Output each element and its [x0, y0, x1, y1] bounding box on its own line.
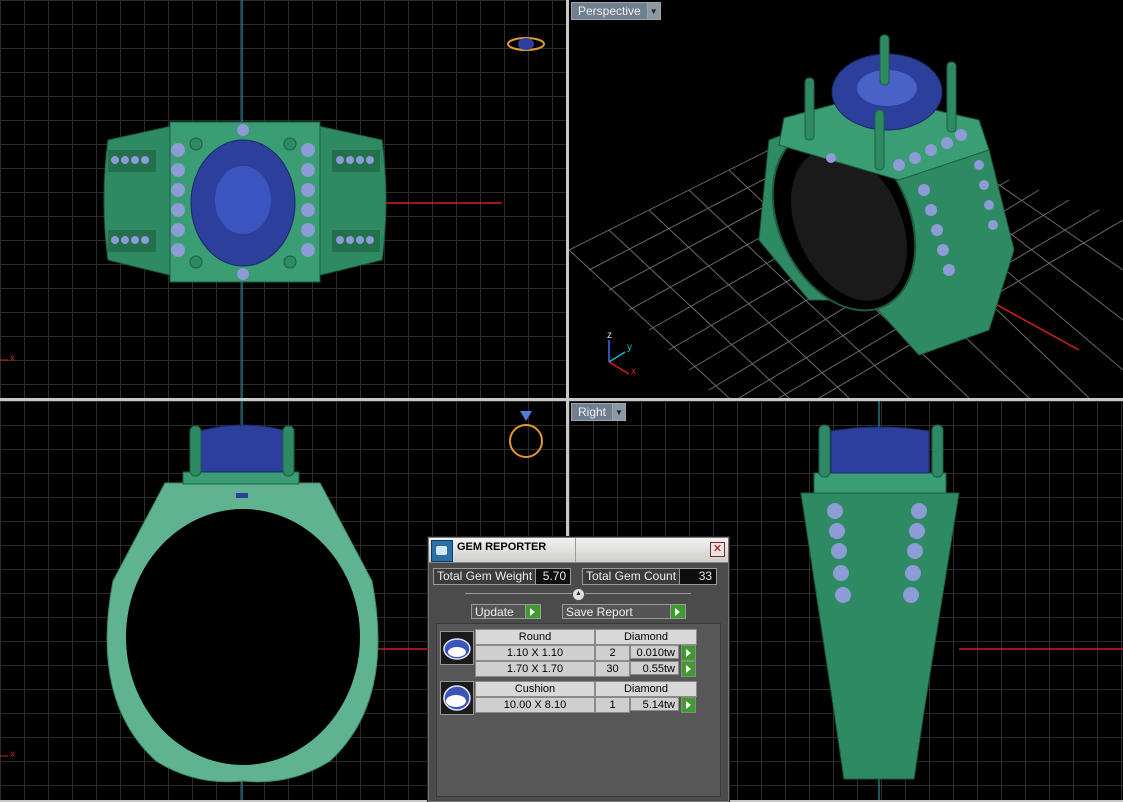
gem-reporter-titlebar[interactable]: GEM REPORTER ✕ — [429, 538, 728, 563]
total-gem-count: Total Gem Count 33 — [582, 568, 718, 585]
right-view-label: Right — [571, 403, 614, 421]
chevron-down-icon[interactable]: ▼ — [613, 403, 627, 421]
axis-x-label: x — [10, 749, 15, 760]
gem-size: 10.00 X 8.10 — [475, 697, 595, 713]
gem-size: 1.70 X 1.70 — [475, 661, 595, 677]
perspective-label: Perspective — [571, 2, 648, 20]
ring-gizmo-icon[interactable] — [509, 411, 543, 458]
gem-group-round: Round Diamond 1.10 X 1.10 2 0.010tw 1.70… — [440, 629, 697, 679]
row-arrow-icon[interactable] — [681, 645, 696, 661]
axis-triad — [608, 340, 630, 375]
axis-x-label: x — [10, 353, 15, 364]
save-report-button[interactable]: Save Report — [562, 604, 686, 619]
save-report-button-label: Save Report — [562, 604, 671, 619]
gem-group-cushion: Cushion Diamond 10.00 X 8.10 1 5.14tw — [440, 681, 697, 715]
total-gem-count-label: Total Gem Count — [582, 568, 681, 585]
right-view-selector[interactable]: Right ▼ — [571, 403, 627, 421]
gem-count: 1 — [595, 697, 630, 713]
ring-top-view — [103, 121, 387, 283]
update-button[interactable]: Update — [471, 604, 541, 619]
gem-weight: 5.14tw — [630, 697, 679, 711]
total-gem-weight-label: Total Gem Weight — [433, 568, 537, 585]
ring-perspective — [758, 34, 1015, 356]
gem-shape-header: Round — [475, 629, 595, 645]
cushion-gem-thumbnail[interactable] — [440, 681, 474, 715]
gem-weight: 0.55tw — [630, 661, 679, 675]
gem-weight: 0.010tw — [630, 645, 679, 659]
top-view-scene — [0, 0, 545, 398]
view-gizmo-icon[interactable] — [507, 37, 545, 51]
gem-reporter-logo-icon — [431, 540, 453, 562]
update-button-label: Update — [471, 604, 526, 619]
top-viewport[interactable]: x — [0, 0, 566, 398]
chevron-down-icon[interactable]: ▼ — [647, 2, 661, 20]
axis-x-label: x — [631, 366, 636, 377]
ring-front-view — [106, 424, 379, 783]
gem-count: 2 — [595, 645, 630, 661]
gem-shape-header: Cushion — [475, 681, 595, 697]
gem-material-header: Diamond — [595, 681, 697, 697]
total-gem-weight-value: 5.70 — [536, 568, 572, 585]
collapse-toggle-icon[interactable]: ▲ — [572, 588, 585, 601]
perspective-scene — [569, 34, 1123, 398]
axis-z-label: z — [607, 330, 612, 341]
ring-right-view — [800, 424, 960, 780]
play-arrow-icon[interactable] — [526, 604, 541, 619]
gem-size: 1.10 X 1.10 — [475, 645, 595, 661]
close-icon[interactable]: ✕ — [710, 542, 725, 557]
gem-count: 30 — [595, 661, 630, 677]
row-arrow-icon[interactable] — [681, 661, 696, 677]
perspective-view-selector[interactable]: Perspective ▼ — [571, 2, 661, 20]
gem-list: Round Diamond 1.10 X 1.10 2 0.010tw 1.70… — [436, 623, 721, 797]
total-gem-count-value: 33 — [680, 568, 718, 585]
round-gem-thumbnail[interactable] — [440, 631, 474, 665]
gem-reporter-title: GEM REPORTER — [457, 541, 547, 553]
gem-reporter-panel: GEM REPORTER ✕ Total Gem Weight 5.70 Tot… — [428, 537, 729, 802]
perspective-viewport[interactable]: z y x Perspective ▼ — [569, 0, 1123, 398]
axis-y-label: y — [627, 342, 632, 353]
row-arrow-icon[interactable] — [681, 697, 696, 713]
total-gem-weight: Total Gem Weight 5.70 — [433, 568, 572, 585]
gem-material-header: Diamond — [595, 629, 697, 645]
play-arrow-icon[interactable] — [671, 604, 686, 619]
